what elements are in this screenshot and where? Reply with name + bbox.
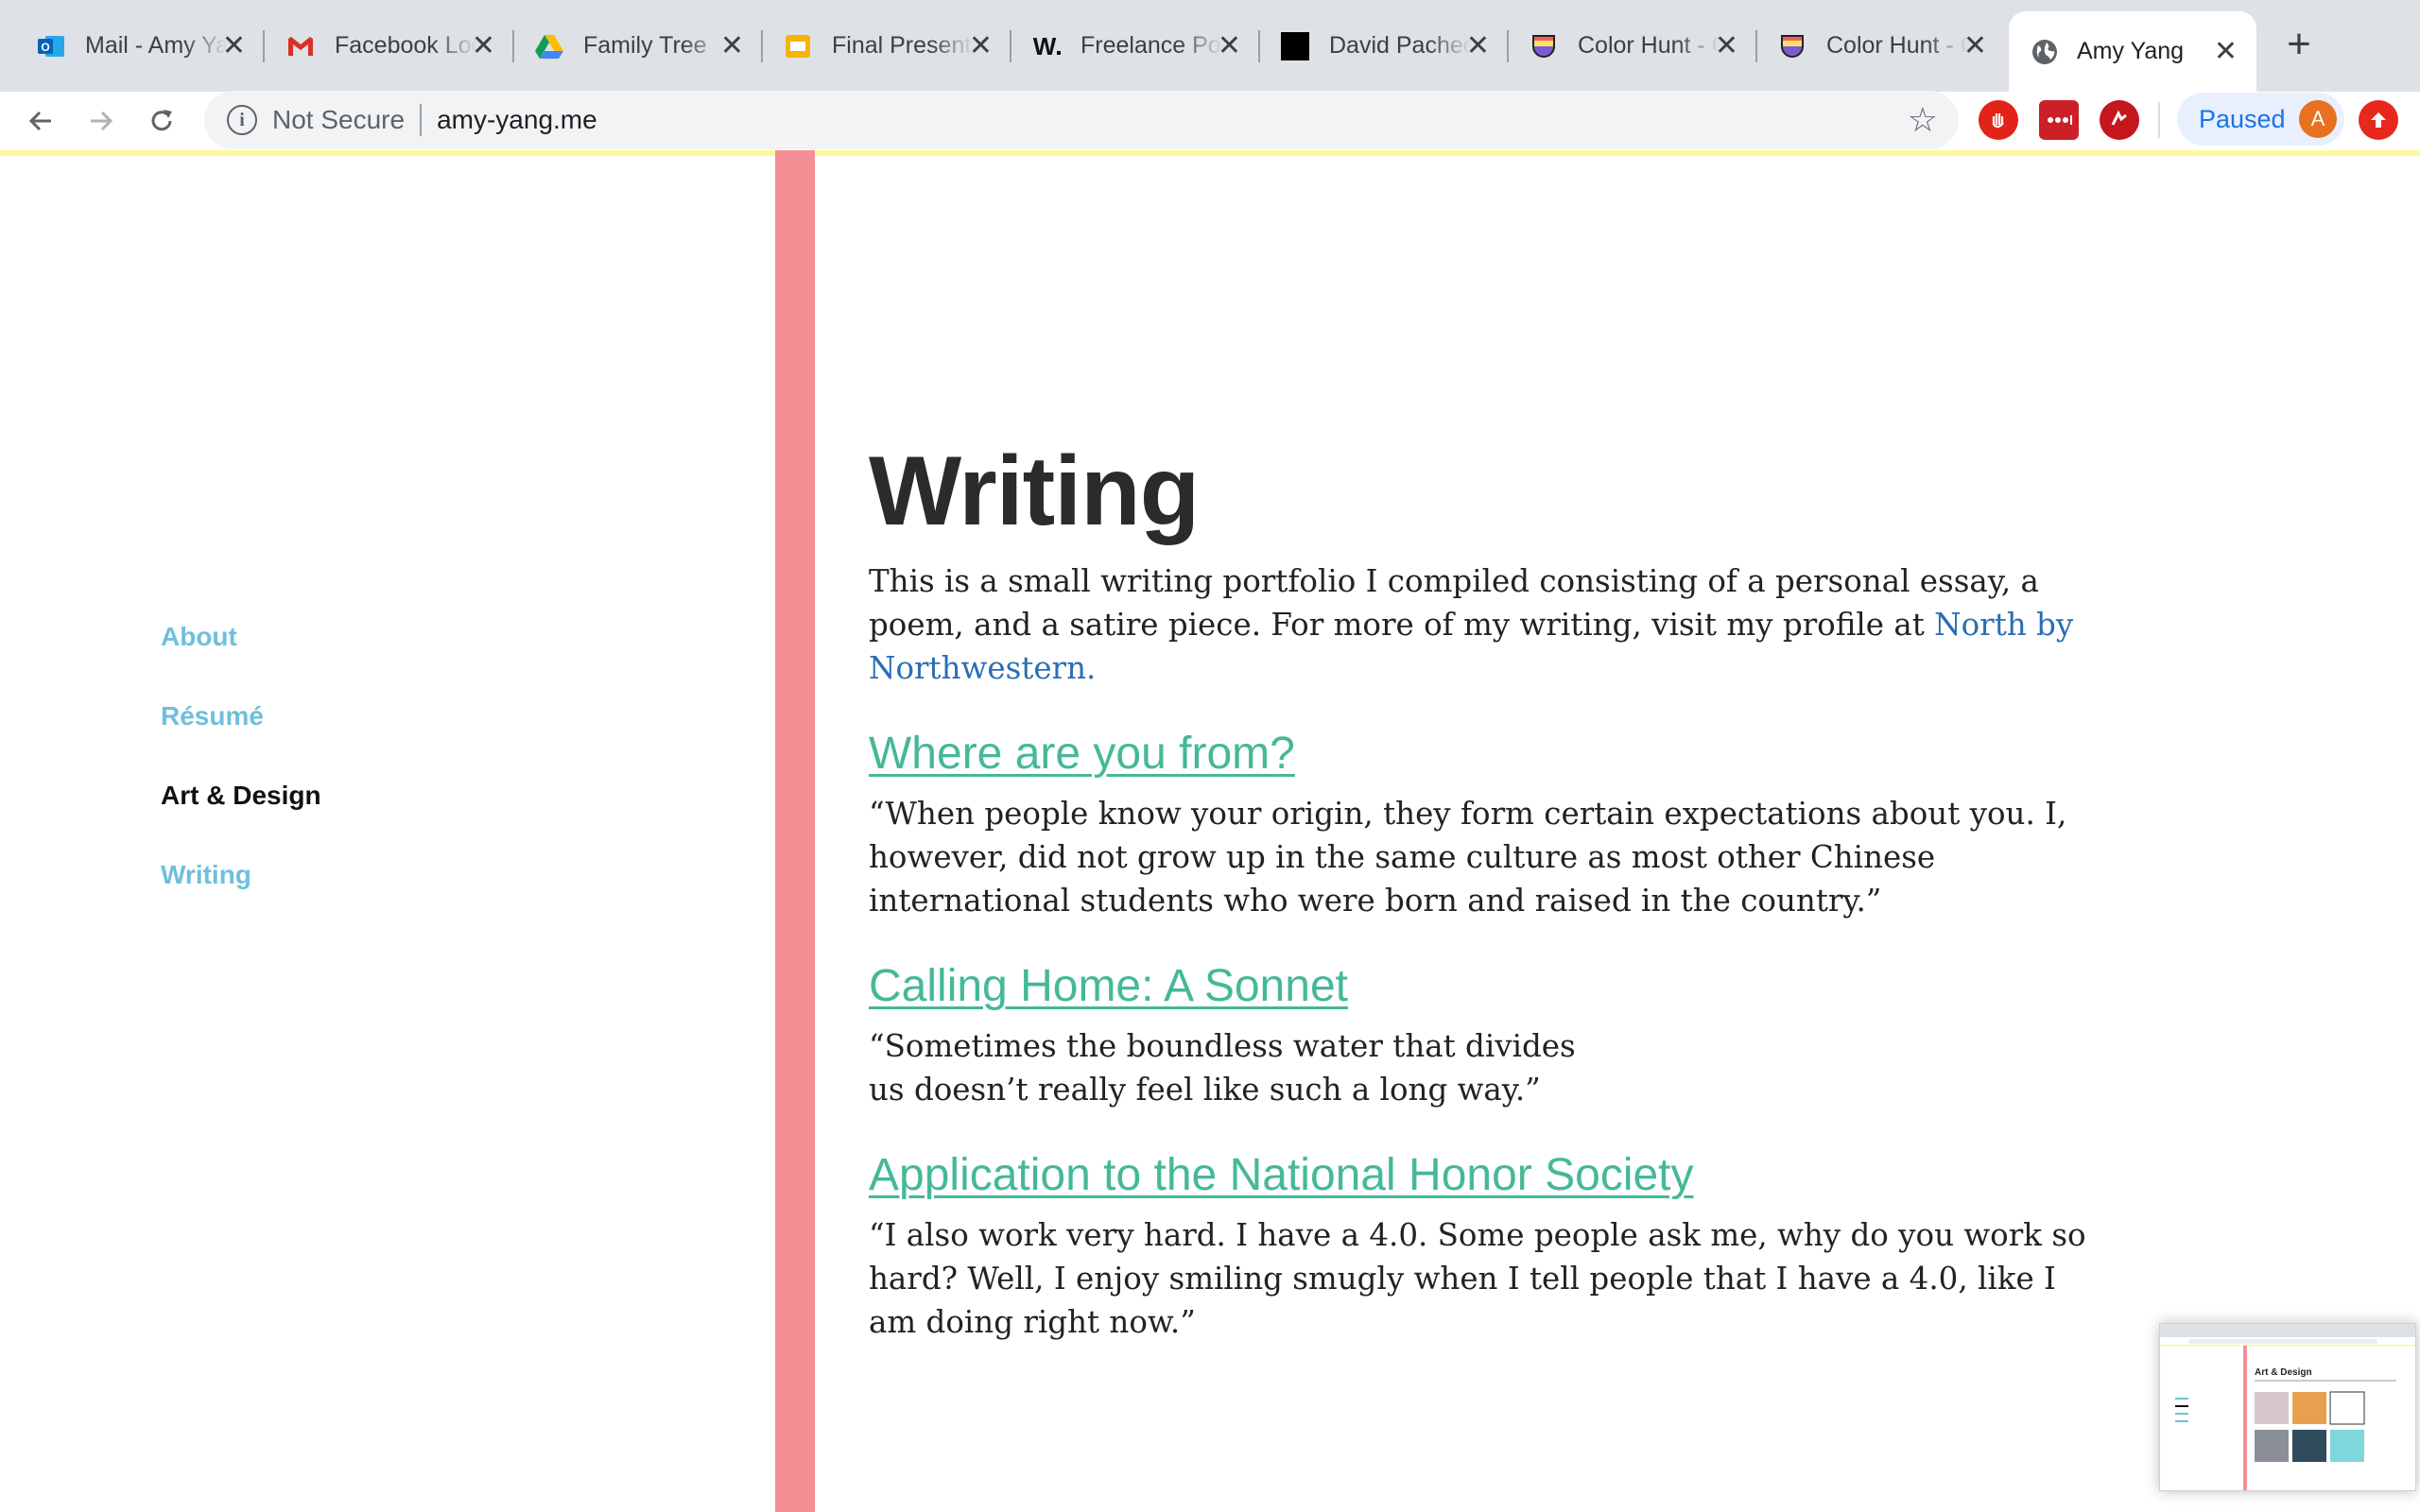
top-accent-bar — [0, 150, 2420, 156]
main-content: Writing This is a small writing portfoli… — [869, 435, 2098, 1344]
close-tab-icon[interactable]: ✕ — [1218, 31, 1241, 60]
globe-icon — [2030, 37, 2060, 67]
url-text[interactable]: amy-yang.me — [437, 105, 597, 135]
tab-david-pacheco[interactable]: David Pacheco ✕ — [1244, 0, 1509, 92]
color-hunt-icon — [1777, 31, 1807, 61]
tab-title: Freelance Portfolio — [1080, 32, 1222, 59]
nav-item-resume[interactable]: Résumé — [161, 701, 264, 731]
update-icon[interactable] — [2359, 100, 2398, 140]
close-tab-icon[interactable]: ✕ — [2214, 37, 2238, 66]
arrow-right-icon — [91, 111, 113, 131]
tab-freelance-portfolio[interactable]: W Freelance Portfolio ✕ — [995, 0, 1260, 92]
writing-piece: Calling Home: A Sonnet “Sometimes the bo… — [869, 958, 2098, 1111]
google-drive-icon — [534, 31, 564, 61]
google-slides-icon — [783, 31, 813, 61]
back-button[interactable] — [17, 97, 64, 145]
intro-paragraph: This is a small writing portfolio I comp… — [869, 559, 2098, 690]
tab-title: Facebook Login — [335, 32, 476, 59]
w-logo-icon: W — [1031, 31, 1062, 61]
accent-stripe — [775, 150, 815, 1512]
close-tab-icon[interactable]: ✕ — [472, 31, 495, 60]
tab-color-hunt-1[interactable]: Color Hunt - Color ✕ — [1493, 0, 1757, 92]
excerpt-line: “Sometimes the boundless water that divi… — [869, 1028, 1576, 1064]
arrow-left-icon — [28, 111, 51, 131]
tab-facebook-login[interactable]: Facebook Login ✕ — [250, 0, 514, 92]
screenshot-preview-thumbnail[interactable]: Art & Design — [2159, 1323, 2416, 1491]
tab-family-tree[interactable]: Family Tree ✕ — [498, 0, 763, 92]
tab-amy-yang[interactable]: Amy Yang ✕ — [2009, 11, 2256, 92]
outlook-icon: O — [36, 31, 66, 61]
reload-icon — [151, 110, 172, 131]
close-tab-icon[interactable]: ✕ — [222, 31, 246, 60]
tab-final-presentation[interactable]: Final Presentation ✕ — [747, 0, 1011, 92]
piece-title-link[interactable]: Calling Home: A Sonnet — [869, 961, 1348, 1011]
close-tab-icon[interactable]: ✕ — [969, 31, 993, 60]
page-title: Writing — [869, 437, 1200, 546]
black-square-icon — [1280, 31, 1310, 61]
tab-strip: O Mail - Amy Yang ✕ Facebook Login ✕ Fam… — [0, 0, 2420, 92]
thumbnail-image: Art & Design — [2160, 1324, 2415, 1490]
nav-item-writing[interactable]: Writing — [161, 860, 251, 890]
address-bar[interactable]: i Not Secure amy-yang.me ☆ — [204, 91, 1959, 149]
piece-title-link[interactable]: Application to the National Honor Societ… — [869, 1150, 1694, 1200]
piece-excerpt: “Sometimes the boundless water that divi… — [869, 1024, 2098, 1111]
tab-title: Color Hunt - Color — [1826, 32, 1968, 59]
tab-title: Family Tree — [583, 32, 707, 59]
piece-heading: Calling Home: A Sonnet — [869, 958, 2098, 1015]
piece-heading: Where are you from? — [869, 726, 2098, 782]
close-tab-icon[interactable]: ✕ — [1715, 31, 1738, 60]
reload-button[interactable] — [138, 97, 185, 145]
forward-button[interactable] — [78, 97, 125, 145]
info-icon[interactable]: i — [227, 105, 257, 135]
writing-piece: Where are you from? “When people know yo… — [869, 726, 2098, 922]
tab-title: Amy Yang — [2077, 38, 2185, 64]
thumbnail-heading: Art & Design — [2255, 1367, 2312, 1378]
close-tab-icon[interactable]: ✕ — [1466, 31, 1490, 60]
extension-red-icon[interactable] — [2100, 100, 2139, 140]
nav-item-art-design[interactable]: Art & Design — [161, 781, 321, 811]
tab-color-hunt-2[interactable]: Color Hunt - Color ✕ — [1741, 0, 2006, 92]
close-tab-icon[interactable]: ✕ — [720, 31, 744, 60]
adblock-icon[interactable] — [1979, 100, 2018, 140]
piece-title-link[interactable]: Where are you from? — [869, 729, 1295, 779]
writing-piece: Application to the National Honor Societ… — [869, 1147, 2098, 1344]
address-divider — [420, 104, 423, 136]
piece-heading: Application to the National Honor Societ… — [869, 1147, 2098, 1204]
excerpt-line: us doesn’t really feel like such a long … — [869, 1072, 1541, 1108]
color-hunt-icon — [1529, 31, 1559, 61]
star-icon[interactable]: ☆ — [1908, 100, 1938, 140]
security-label[interactable]: Not Secure — [272, 105, 405, 135]
piece-excerpt: “I also work very hard. I have a 4.0. So… — [869, 1217, 2086, 1340]
close-tab-icon[interactable]: ✕ — [1963, 31, 1987, 60]
toolbar-divider — [2158, 102, 2160, 138]
piece-excerpt: “When people know your origin, they form… — [869, 796, 2067, 919]
svg-text:O: O — [41, 41, 49, 54]
lastpass-icon[interactable] — [2039, 100, 2079, 140]
svg-text:W: W — [1033, 32, 1057, 60]
tab-title: Final Presentation — [832, 32, 974, 59]
avatar: A — [2299, 100, 2337, 138]
tab-title: Color Hunt - Color — [1578, 32, 1720, 59]
profile-status: Paused — [2199, 104, 2286, 133]
tab-title: David Pacheco — [1329, 32, 1471, 59]
new-tab-button[interactable]: + — [2275, 21, 2323, 68]
profile-button[interactable]: Paused A — [2177, 93, 2344, 146]
tab-mail[interactable]: O Mail - Amy Yang ✕ — [0, 0, 265, 92]
tab-title: Mail - Amy Yang — [85, 32, 227, 59]
gmail-icon — [285, 31, 316, 61]
nav-item-about[interactable]: About — [161, 622, 237, 652]
intro-text: This is a small writing portfolio I comp… — [869, 563, 2039, 643]
